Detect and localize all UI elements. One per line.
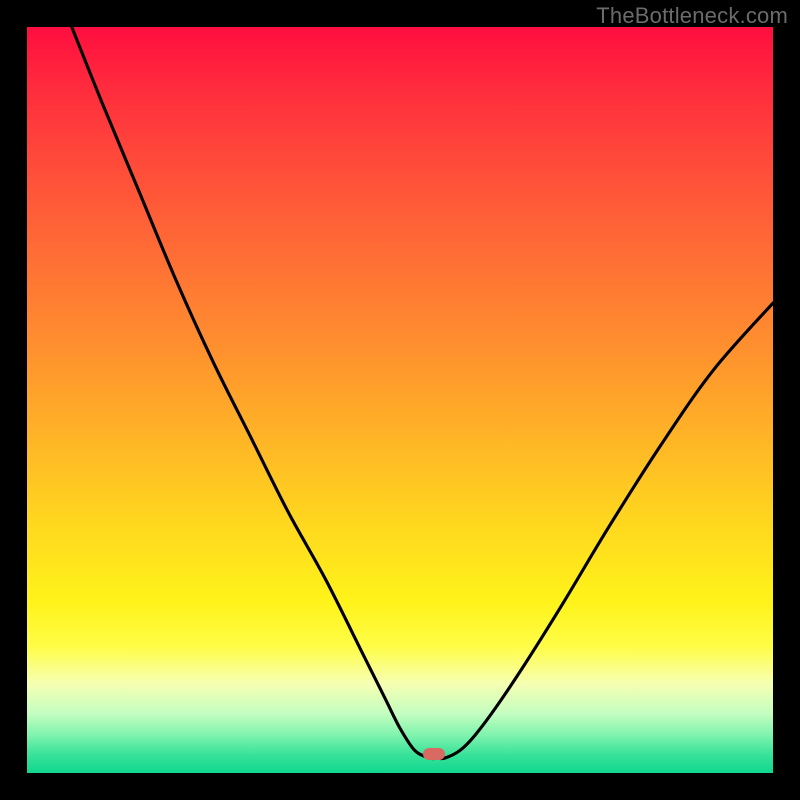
bottleneck-curve [72, 27, 773, 759]
curve-svg [27, 27, 773, 773]
optimal-marker [423, 748, 445, 760]
plot-area [27, 27, 773, 773]
chart-frame: TheBottleneck.com [0, 0, 800, 800]
watermark-text: TheBottleneck.com [596, 3, 788, 29]
